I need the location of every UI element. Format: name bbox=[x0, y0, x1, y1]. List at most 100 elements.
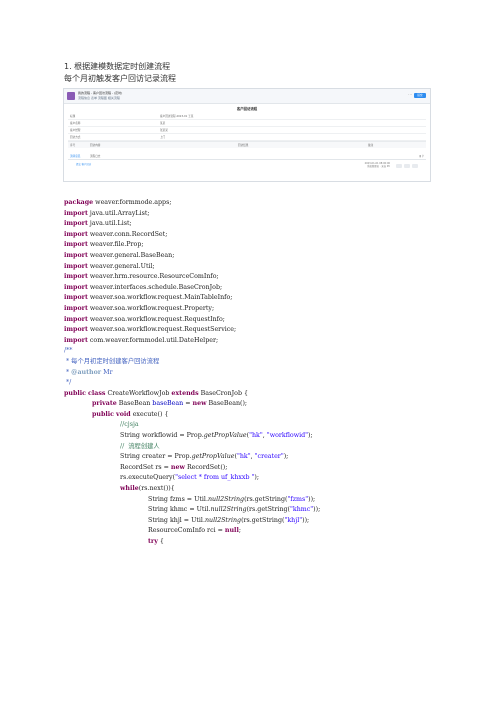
code-keyword: import bbox=[64, 315, 88, 323]
code-keyword: import bbox=[64, 209, 88, 217]
code-text: (rs.next()){ bbox=[138, 485, 175, 493]
form-row: 标题 客户回访流程-2023-01 王某 bbox=[68, 113, 426, 120]
field-value: 某某 bbox=[160, 122, 166, 125]
field-value: 张某某 bbox=[160, 129, 168, 132]
mini-button bbox=[412, 164, 418, 168]
code-line: //cjsja bbox=[64, 420, 454, 431]
code-comment: Mr bbox=[101, 368, 113, 376]
mini-button bbox=[404, 164, 410, 168]
code-line: import weaver.interfaces.schedule.BaseCr… bbox=[64, 283, 454, 294]
code-text: rs.executeQuery( bbox=[120, 474, 176, 482]
code-keyword: class bbox=[88, 389, 106, 397]
code-text: weaver.formmode.apps; bbox=[93, 199, 172, 206]
code-text: ); bbox=[283, 453, 289, 461]
code-keyword: import bbox=[64, 230, 88, 238]
code-line: import com.weaver.formmodel.util.DateHel… bbox=[64, 336, 454, 347]
code-field: baseBean bbox=[152, 400, 184, 408]
code-keyword: package bbox=[64, 199, 94, 206]
code-text: weaver.soa.workflow.request.RequestServi… bbox=[87, 326, 237, 334]
code-line: * @author Mr bbox=[64, 368, 454, 379]
app-logo-icon bbox=[67, 92, 75, 100]
field-label: 客户经理 bbox=[70, 129, 81, 132]
code-keyword: import bbox=[64, 251, 88, 259]
code-text: weaver.general.Util; bbox=[87, 262, 155, 270]
code-method: null2String bbox=[204, 516, 242, 524]
code-text: )); bbox=[313, 506, 321, 514]
code-text: )); bbox=[302, 516, 310, 524]
code-text: weaver.general.BaseBean; bbox=[87, 251, 175, 259]
detail-table-header: 序号 回访内容 回访结果 备注 bbox=[68, 141, 426, 148]
code-line: import weaver.general.Util; bbox=[64, 262, 454, 273]
code-text: CreateWorkflowJob bbox=[105, 389, 172, 397]
code-string: "khjl" bbox=[284, 516, 303, 524]
tab-log: 流程日志 bbox=[90, 155, 101, 158]
code-line: public class CreateWorkflowJob extends B… bbox=[64, 389, 454, 400]
code-keyword: null bbox=[224, 527, 239, 535]
code-line: while(rs.next()){ bbox=[64, 484, 454, 495]
code-line: /** bbox=[64, 346, 454, 357]
code-line: import weaver.soa.workflow.request.Reque… bbox=[64, 315, 454, 326]
code-line: RecordSet rs = new RecordSet(); bbox=[64, 463, 454, 474]
code-line: String fzms = Util.null2String(rs.getStr… bbox=[64, 495, 454, 506]
code-comment: /** bbox=[64, 347, 73, 355]
code-line: */ bbox=[64, 378, 454, 389]
code-text: String fzms = Util. bbox=[148, 495, 208, 503]
code-keyword: import bbox=[64, 336, 88, 344]
field-value: 客户回访流程-2023-01 王某 bbox=[160, 115, 194, 118]
sign-meta: 2023-01-01 08:00:00 系统管理员 · 来自 PC bbox=[365, 162, 390, 168]
code-text: weaver.hrm.resource.ResourceComInfo; bbox=[87, 273, 219, 281]
embedded-screenshot: 我的流程 - 客户回访流程 - (定时) 流程信息 表单 流程图 相关流程 ⋯ … bbox=[63, 88, 431, 182]
code-comment: */ bbox=[64, 379, 72, 387]
code-text: RecordSet(); bbox=[184, 463, 228, 471]
code-text: RecordSet rs = bbox=[120, 463, 171, 471]
code-line: import weaver.soa.workflow.request.MainT… bbox=[64, 293, 454, 304]
sign-meta-user: 系统管理员 · 来自 PC bbox=[367, 165, 390, 169]
code-keyword: while bbox=[120, 485, 139, 493]
code-string: "khmc" bbox=[290, 506, 314, 514]
code-line: String workflowid = Prop.getPropValue("h… bbox=[64, 431, 454, 442]
code-text: weaver.file.Prop; bbox=[87, 241, 144, 249]
code-keyword: import bbox=[64, 220, 88, 228]
code-text: weaver.soa.workflow.request.RequestInfo; bbox=[87, 315, 225, 323]
code-block: package weaver.formmode.apps; import jav… bbox=[64, 198, 454, 548]
code-text: execute() { bbox=[130, 410, 169, 418]
detail-col: 回访内容 bbox=[90, 144, 101, 147]
code-keyword: void bbox=[116, 410, 131, 418]
code-keyword: import bbox=[64, 283, 88, 291]
code-method: null2String bbox=[207, 495, 245, 503]
detail-col: 序号 bbox=[70, 144, 76, 147]
code-string: "select * from uf_khxxb " bbox=[175, 474, 255, 482]
field-value: 上门 bbox=[160, 136, 166, 139]
code-comment: // 流程创建人 bbox=[120, 442, 160, 450]
code-text: weaver.soa.workflow.request.MainTableInf… bbox=[87, 294, 233, 302]
code-comment: //cjsja bbox=[120, 421, 139, 429]
code-text: ; bbox=[238, 527, 241, 535]
screenshot-subnav: 流程信息 表单 流程图 相关流程 bbox=[78, 96, 120, 100]
form-row: 客户名称 某某 bbox=[68, 120, 426, 127]
code-string: "fzms" bbox=[287, 495, 309, 503]
code-text: (rs.getString( bbox=[246, 506, 290, 514]
code-line: import java.util.List; bbox=[64, 219, 454, 230]
tab-opinions: 流转意见 bbox=[70, 155, 81, 158]
code-string: "creater" bbox=[254, 453, 284, 461]
code-doc-tag: @author bbox=[71, 368, 102, 376]
code-string: "hk" bbox=[249, 432, 263, 440]
code-keyword: new bbox=[170, 463, 185, 471]
code-line: import weaver.soa.workflow.request.Prope… bbox=[64, 304, 454, 315]
code-text: String khjl = Util. bbox=[148, 516, 205, 524]
screenshot-tabs: 流转意见 流程日志 ▮ ⚲ bbox=[68, 153, 426, 160]
code-line: rs.executeQuery("select * from uf_khxxb … bbox=[64, 473, 454, 484]
code-line: package weaver.formmode.apps; bbox=[64, 198, 454, 209]
code-text: java.util.List; bbox=[87, 220, 132, 228]
code-text: (rs.getString( bbox=[244, 495, 288, 503]
code-text: BaseBean(); bbox=[206, 400, 248, 408]
more-icon: ⋯ bbox=[408, 92, 412, 97]
code-line: // 流程创建人 bbox=[64, 442, 454, 453]
code-string: "hk" bbox=[236, 453, 251, 461]
toolbar-icons: ▮ ⚲ bbox=[419, 154, 424, 158]
code-line: public void execute() { bbox=[64, 410, 454, 421]
code-text: com.weaver.formmodel.util.DateHelper; bbox=[87, 336, 219, 344]
field-label: 客户名称 bbox=[70, 122, 81, 125]
code-line: String creater = Prop.getPropValue("hk",… bbox=[64, 452, 454, 463]
code-line: import weaver.conn.RecordSet; bbox=[64, 230, 454, 241]
